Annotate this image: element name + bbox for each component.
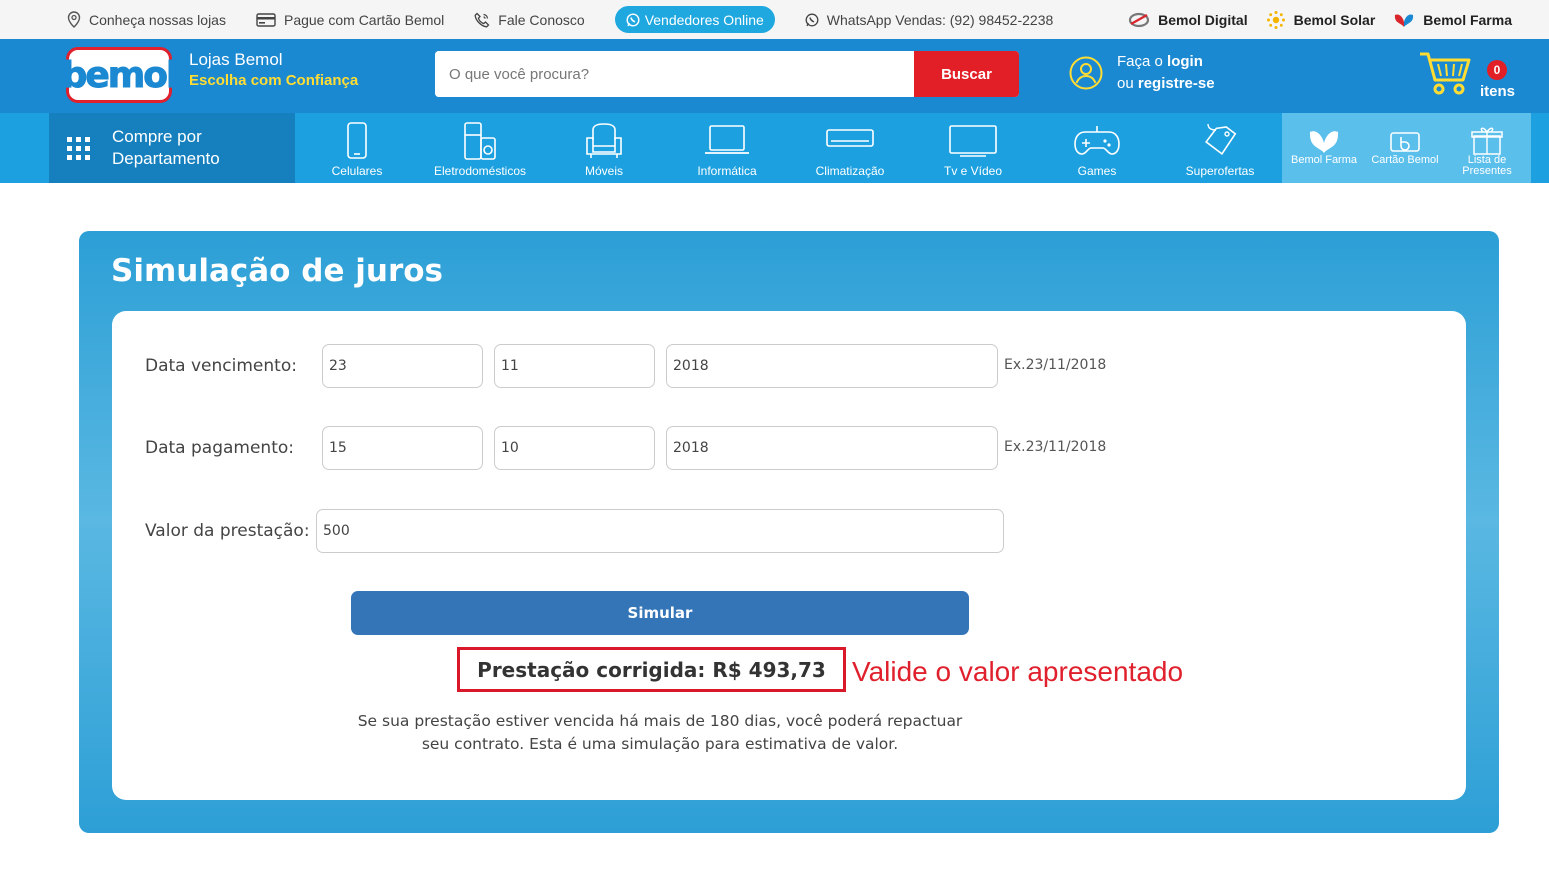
category-nav: Compre por Departamento Celulares Eletro… bbox=[0, 113, 1549, 183]
nav-item-tv-video[interactable]: Tv e Vídeo bbox=[923, 113, 1023, 183]
brand-name: Lojas Bemol bbox=[189, 50, 283, 69]
cart-button[interactable]: 0 itens bbox=[1418, 50, 1515, 101]
air-conditioner-icon bbox=[826, 129, 874, 147]
nav-label: Celulares bbox=[331, 164, 383, 178]
phone-icon bbox=[474, 12, 490, 27]
whatsapp-sales-label: WhatsApp Vendas: (92) 98452-2238 bbox=[826, 11, 1054, 28]
login-prefix: Faça o bbox=[1117, 53, 1168, 70]
nav-right-group: Bemol Farma Cartão Bemol Lista de Present… bbox=[1282, 113, 1531, 183]
gift-list-line2: Presentes bbox=[1462, 165, 1512, 177]
card-pay-link[interactable]: Pague com Cartão Bemol bbox=[256, 12, 444, 28]
department-line2: Departamento bbox=[112, 149, 220, 168]
brand-block: Lojas Bemol Escolha com Confiança bbox=[189, 50, 358, 89]
online-sellers-label: Vendedores Online bbox=[644, 11, 764, 28]
search-input[interactable] bbox=[435, 51, 914, 97]
television-icon bbox=[949, 125, 997, 157]
login-link[interactable]: login bbox=[1167, 53, 1203, 70]
bemol-farma-link[interactable]: Bemol Farma bbox=[1393, 11, 1512, 29]
simulation-form-card: Data vencimento: Ex.23/11/2018 Data paga… bbox=[112, 311, 1466, 800]
payment-day-input[interactable] bbox=[322, 426, 483, 470]
payment-month-input[interactable] bbox=[494, 426, 655, 470]
installment-value-input[interactable] bbox=[316, 509, 1004, 553]
simulate-button[interactable]: Simular bbox=[351, 591, 969, 635]
bemol-digital-link[interactable]: Bemol Digital bbox=[1128, 11, 1248, 29]
contact-label: Fale Conosco bbox=[498, 11, 585, 28]
simulation-disclaimer: Se sua prestação estiver vencida há mais… bbox=[357, 712, 963, 753]
bemol-digital-label: Bemol Digital bbox=[1158, 11, 1248, 28]
nav-item-climatizacao[interactable]: Climatização bbox=[800, 113, 900, 183]
register-link[interactable]: registre-se bbox=[1138, 75, 1215, 92]
appliances-icon bbox=[464, 122, 496, 160]
grid-menu-icon bbox=[67, 136, 90, 160]
nav-item-superofertas[interactable]: Superofertas bbox=[1170, 113, 1270, 183]
brand-slogan: Escolha com Confiança bbox=[189, 72, 359, 89]
nav-item-moveis[interactable]: Móveis bbox=[554, 113, 654, 183]
search-button[interactable]: Buscar bbox=[914, 51, 1019, 97]
nav-label: Móveis bbox=[584, 164, 623, 178]
online-sellers-button[interactable]: Vendedores Online bbox=[614, 6, 775, 33]
page-title: Simulação de juros bbox=[111, 253, 443, 289]
nav-label: Tv e Vídeo bbox=[943, 164, 1003, 178]
bemol-solar-link[interactable]: Bemol Solar bbox=[1266, 10, 1376, 30]
validation-annotation: Valide o valor apresentado bbox=[852, 656, 1184, 687]
gamepad-icon bbox=[1074, 126, 1120, 155]
nav-label: Superofertas bbox=[1185, 164, 1255, 178]
location-pin-icon bbox=[67, 11, 81, 28]
whatsapp-icon bbox=[805, 13, 819, 26]
payment-year-input[interactable] bbox=[666, 426, 998, 470]
whatsapp-icon bbox=[626, 12, 640, 27]
nav-label: Lista de Presentes bbox=[1462, 155, 1512, 177]
whatsapp-sales-link[interactable]: WhatsApp Vendas: (92) 98452-2238 bbox=[805, 11, 1054, 28]
payment-date-hint: Ex.23/11/2018 bbox=[1004, 439, 1107, 455]
due-month-input[interactable] bbox=[494, 344, 655, 388]
stores-link[interactable]: Conheça nossas lojas bbox=[67, 11, 226, 28]
laptop-icon bbox=[705, 125, 749, 154]
cart-count-badge: 0 bbox=[1487, 60, 1507, 80]
nav-label: Cartão Bemol bbox=[1371, 154, 1439, 166]
corrected-installment-result: Prestação corrigida: R$ 493,73 bbox=[457, 647, 846, 692]
card-pay-label: Pague com Cartão Bemol bbox=[283, 11, 445, 28]
bemol-digital-icon bbox=[1129, 12, 1150, 27]
user-avatar-icon bbox=[1069, 56, 1103, 90]
shopping-cart-icon bbox=[1420, 52, 1471, 95]
nav-label: Informática bbox=[697, 164, 757, 178]
due-date-hint: Ex.23/11/2018 bbox=[1004, 357, 1107, 373]
nav-item-celulares[interactable]: Celulares bbox=[307, 113, 407, 183]
nav-item-informatica[interactable]: Informática bbox=[677, 113, 777, 183]
nav-item-bemol-farma[interactable]: Bemol Farma bbox=[1284, 113, 1364, 183]
bemol-solar-label: Bemol Solar bbox=[1293, 11, 1376, 28]
stores-label: Conheça nossas lojas bbox=[89, 11, 226, 28]
payment-date-label: Data pagamento: bbox=[145, 438, 294, 458]
bemol-logo[interactable]: bemol bbox=[61, 47, 179, 103]
nav-label: Games bbox=[1077, 164, 1117, 178]
nav-label: Climatização bbox=[815, 164, 885, 178]
due-date-label: Data vencimento: bbox=[145, 356, 297, 376]
price-tag-icon bbox=[1205, 123, 1237, 156]
contact-link[interactable]: Fale Conosco bbox=[474, 11, 585, 28]
nav-label: Bemol Farma bbox=[1290, 154, 1358, 166]
sun-icon bbox=[1266, 10, 1285, 29]
due-year-input[interactable] bbox=[666, 344, 998, 388]
due-day-input[interactable] bbox=[322, 344, 483, 388]
nav-item-lista-presentes[interactable]: Lista de Presentes bbox=[1447, 113, 1527, 183]
department-line1: Compre por bbox=[112, 127, 202, 146]
logo-text: bemol bbox=[61, 54, 179, 96]
nav-label: Eletrodomésticos bbox=[433, 164, 527, 178]
nav-item-eletrodomesticos[interactable]: Eletrodomésticos bbox=[430, 113, 530, 183]
account-area[interactable]: Faça o login ou registre-se bbox=[1069, 51, 1215, 95]
nav-item-cartao-bemol[interactable]: Cartão Bemol bbox=[1365, 113, 1445, 183]
cart-label: itens bbox=[1480, 83, 1516, 100]
bemol-farma-label: Bemol Farma bbox=[1423, 11, 1512, 28]
installment-value-label: Valor da prestação: bbox=[145, 521, 310, 541]
top-utility-bar: Conheça nossas lojas Pague com Cartão Be… bbox=[0, 0, 1549, 39]
nav-item-games[interactable]: Games bbox=[1047, 113, 1147, 183]
register-prefix: ou bbox=[1117, 75, 1138, 92]
armchair-icon bbox=[586, 123, 622, 158]
interest-simulation-panel: Simulação de juros Data vencimento: Ex.2… bbox=[79, 231, 1499, 833]
search-bar: Buscar bbox=[435, 51, 1019, 97]
department-menu-button[interactable]: Compre por Departamento bbox=[49, 113, 295, 183]
smartphone-icon bbox=[347, 122, 367, 159]
credit-card-icon bbox=[256, 12, 276, 27]
butterfly-icon bbox=[1395, 13, 1414, 27]
